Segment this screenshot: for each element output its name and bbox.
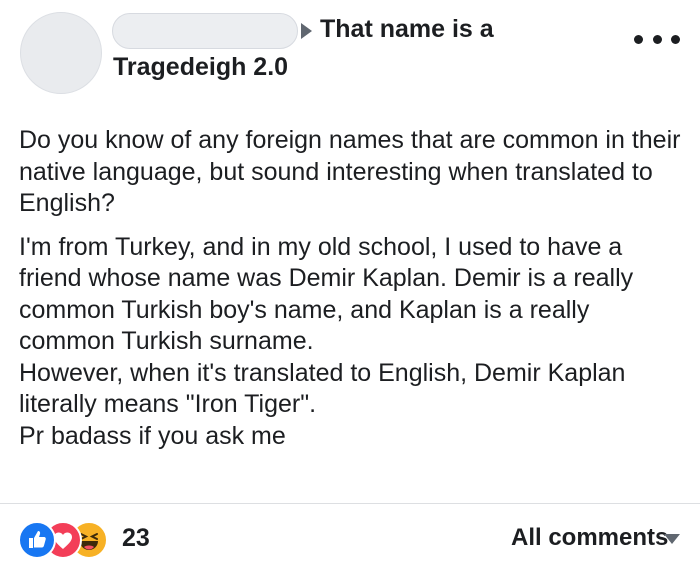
chevron-down-icon[interactable] bbox=[664, 534, 680, 544]
post-paragraph-3: Pr badass if you ask me bbox=[19, 421, 286, 450]
post-header: That name is a Tragedeigh 2.0 bbox=[0, 0, 700, 110]
triangle-right-icon bbox=[301, 23, 312, 39]
post-body: Do you know of any foreign names that ar… bbox=[19, 125, 687, 452]
redacted-author-name bbox=[112, 13, 298, 49]
reaction-icons[interactable] bbox=[18, 521, 118, 559]
post-paragraph-2: However, when it's translated to English… bbox=[19, 358, 626, 419]
post-paragraph-1: I'm from Turkey, and in my old school, I… bbox=[19, 232, 634, 356]
avatar[interactable] bbox=[20, 12, 102, 94]
reaction-count[interactable]: 23 bbox=[122, 524, 150, 553]
all-comments-filter[interactable]: All comments bbox=[511, 524, 668, 552]
more-options-icon[interactable] bbox=[634, 32, 680, 46]
group-name-line2[interactable]: Tragedeigh 2.0 bbox=[113, 53, 288, 82]
footer-divider bbox=[0, 503, 700, 504]
like-icon bbox=[18, 521, 56, 559]
post-question: Do you know of any foreign names that ar… bbox=[19, 126, 681, 217]
group-name-line1[interactable]: That name is a bbox=[320, 15, 494, 44]
